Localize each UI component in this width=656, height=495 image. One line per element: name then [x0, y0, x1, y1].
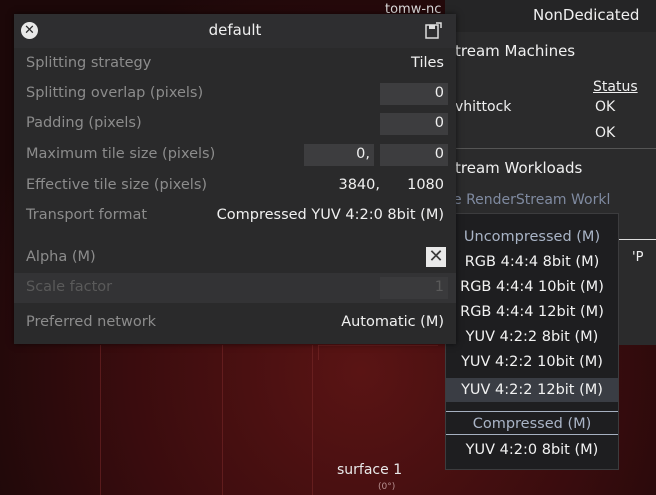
workloads-header: tream Workloads — [455, 159, 583, 177]
max-tile-height-value: 0 — [434, 146, 444, 162]
option-group-uncompressed: Uncompressed (M) — [463, 229, 601, 245]
splitting-overlap-label: Splitting overlap (pixels) — [26, 85, 204, 101]
alpha-label: Alpha (M) — [26, 249, 96, 265]
surface-angle: (0°) — [378, 482, 396, 492]
row-max-tile-size: Maximum tile size (pixels) 0, 0 — [14, 140, 456, 170]
row-padding: Padding (pixels) 0 — [14, 109, 456, 139]
max-tile-size-label: Maximum tile size (pixels) — [26, 146, 216, 162]
splitting-strategy-value[interactable]: Tiles — [411, 55, 444, 71]
max-tile-width-field[interactable]: 0, — [304, 144, 374, 166]
option-rgb444-10bit[interactable]: RGB 4:4:4 10bit (M) — [446, 275, 618, 299]
effective-tile-height-value: 1080 — [407, 177, 444, 193]
row-splitting-overlap: Splitting overlap (pixels) 0 — [14, 79, 456, 109]
splitting-overlap-value: 0 — [434, 85, 444, 101]
machine-status: OK — [595, 99, 616, 115]
splitting-overlap-field[interactable]: 0 — [380, 83, 448, 105]
transport-format-label: Transport format — [26, 207, 148, 223]
row-splitting-strategy: Splitting strategy Tiles — [14, 49, 456, 79]
scale-factor-value: 1 — [434, 279, 444, 295]
padding-field[interactable]: 0 — [380, 113, 448, 135]
padding-label: Padding (pixels) — [26, 115, 142, 131]
option-yuv422-8bit[interactable]: YUV 4:2:2 8bit (M) — [446, 325, 618, 349]
machine-status: OK — [595, 125, 616, 141]
option-yuv420-8bit[interactable]: YUV 4:2:0 8bit (M) — [446, 438, 618, 462]
max-tile-width-value: 0, — [356, 146, 370, 162]
max-tile-height-field[interactable]: 0 — [380, 144, 448, 166]
save-icon[interactable] — [424, 22, 442, 40]
stray-text: 'P — [632, 250, 644, 265]
machines-header: tream Machines — [455, 42, 576, 60]
surface-label: surface 1 — [337, 462, 403, 478]
transport-format-dropdown[interactable]: Uncompressed (M) RGB 4:4:4 8bit (M) RGB … — [445, 213, 619, 470]
dedicated-label: NonDedicated — [533, 6, 640, 24]
effective-tile-size-label: Effective tile size (pixels) — [26, 177, 208, 193]
machine-name[interactable]: vhittock — [455, 99, 511, 115]
divider — [445, 148, 656, 149]
workloads-subheader: e RenderStream Workl — [453, 192, 611, 208]
option-yuv422-10bit[interactable]: YUV 4:2:2 10bit (M) — [446, 350, 618, 374]
transport-format-value[interactable]: Compressed YUV 4:2:0 8bit (M) — [217, 207, 444, 223]
panel-titlebar: ✕ default — [14, 14, 456, 48]
preferred-network-label: Preferred network — [26, 314, 157, 330]
scale-factor-label: Scale factor — [26, 279, 113, 295]
row-transport-format: Transport format Compressed YUV 4:2:0 8b… — [14, 201, 456, 231]
panel-title: default — [208, 21, 262, 39]
effective-tile-width-value: 3840, — [338, 177, 380, 193]
option-rgb444-12bit[interactable]: RGB 4:4:4 12bit (M) — [446, 300, 618, 324]
row-alpha: Alpha (M) ✕ — [14, 243, 456, 273]
wireframe-line — [312, 345, 313, 495]
status-column-header: Status — [593, 79, 638, 95]
wireframe-line — [222, 345, 223, 495]
row-effective-tile-size: Effective tile size (pixels) 3840, 1080 — [14, 171, 456, 201]
stream-settings-panel: ✕ default Splitting strategy Tiles Split… — [14, 14, 456, 344]
divider — [615, 239, 656, 240]
row-preferred-network: Preferred network Automatic (M) — [14, 308, 456, 338]
wireframe-line — [318, 345, 438, 346]
wireframe-line — [318, 345, 319, 360]
preferred-network-value[interactable]: Automatic (M) — [341, 314, 444, 330]
padding-value: 0 — [434, 115, 444, 131]
scale-factor-field: 1 — [380, 277, 448, 299]
option-rgb444-8bit[interactable]: RGB 4:4:4 8bit (M) — [446, 250, 618, 274]
splitting-strategy-label: Splitting strategy — [26, 55, 152, 71]
wireframe-line — [100, 345, 101, 495]
option-group-compressed: Compressed (M) — [446, 411, 618, 435]
option-yuv422-12bit[interactable]: YUV 4:2:2 12bit (M) — [446, 378, 618, 402]
alpha-checkbox[interactable]: ✕ — [426, 247, 446, 267]
row-scale-factor: Scale factor 1 — [14, 273, 456, 303]
